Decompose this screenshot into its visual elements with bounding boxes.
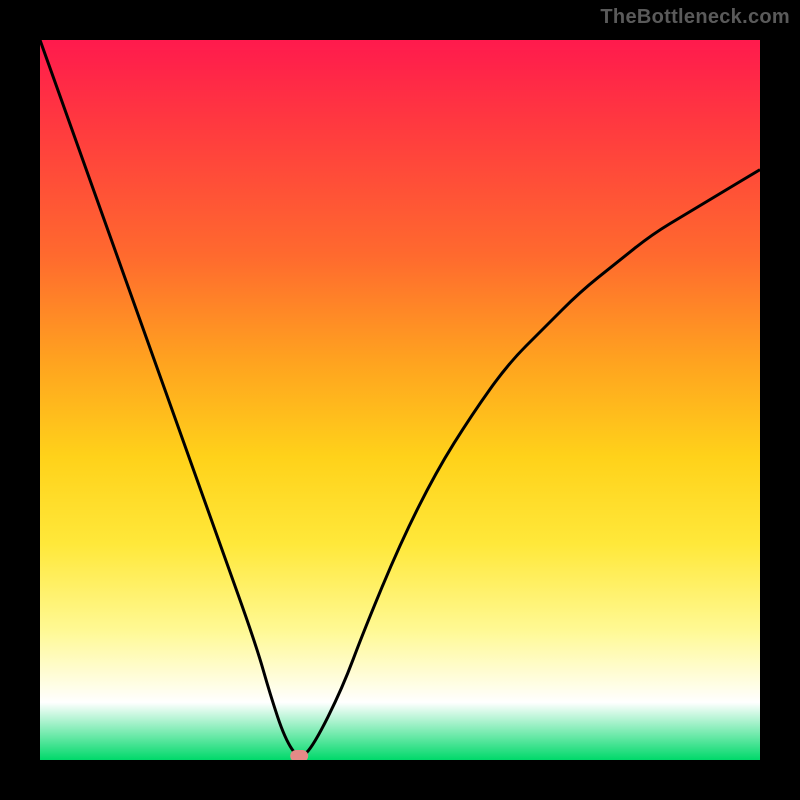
chart-frame: TheBottleneck.com	[0, 0, 800, 800]
watermark-text: TheBottleneck.com	[600, 6, 790, 29]
plot-area	[40, 40, 760, 760]
